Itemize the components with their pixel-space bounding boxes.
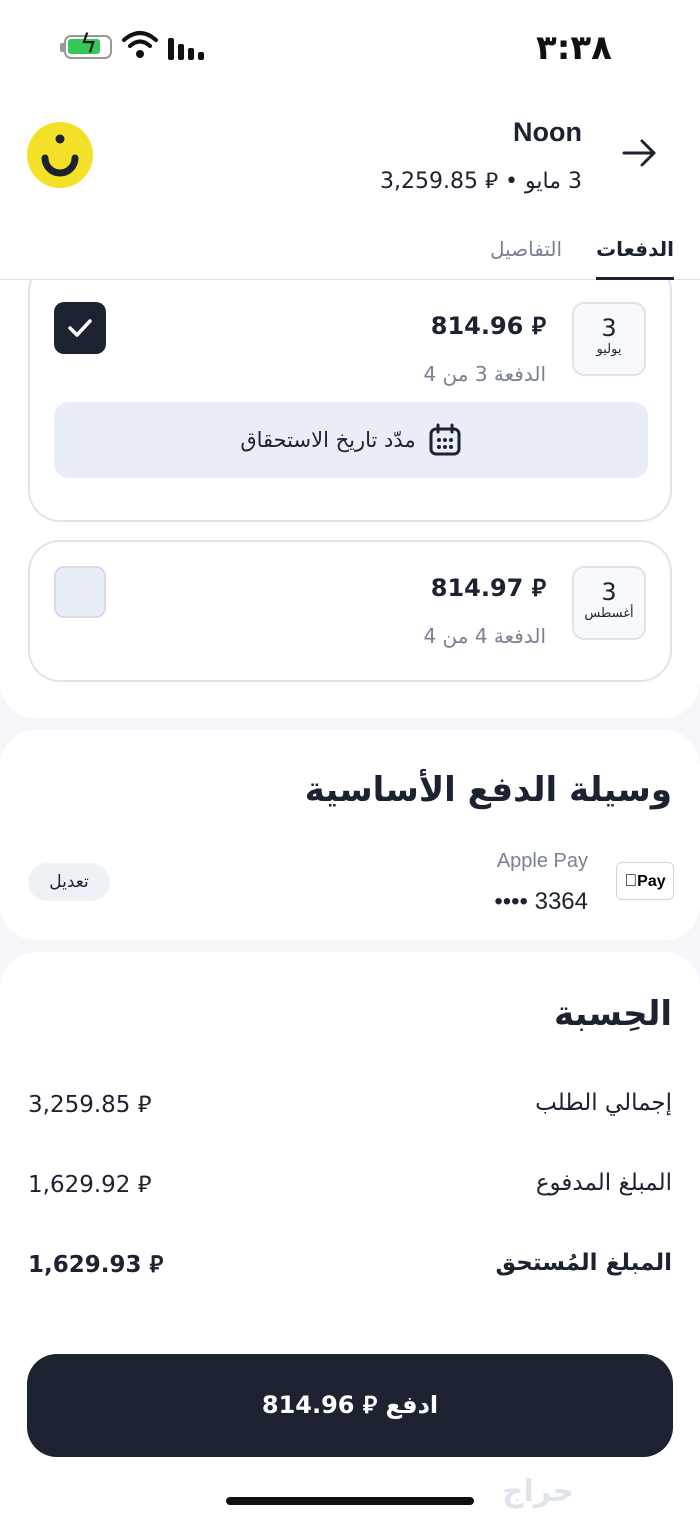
- summary-value: ⃁ 1,629.93: [28, 1252, 164, 1278]
- installment-amount: ⃁ 814.97: [430, 574, 546, 602]
- installment-label: الدفعة 3 من 4: [423, 362, 546, 386]
- summary-label: المبلغ المُستحق: [495, 1250, 672, 1276]
- edit-payment-button[interactable]: تعديل: [28, 863, 110, 901]
- watermark: حراج: [502, 1474, 575, 1509]
- due-month: أغسطس: [584, 606, 634, 621]
- tab-details[interactable]: التفاصيل: [490, 237, 562, 280]
- summary-label: المبلغ المدفوع: [535, 1170, 672, 1196]
- extend-due-date-button[interactable]: مدّد تاريخ الاستحقاق: [54, 402, 648, 478]
- due-date-badge: 3 أغسطس: [572, 566, 646, 640]
- check-icon: [68, 319, 92, 337]
- payment-card-number: •••• 3364: [494, 888, 588, 915]
- calendar-icon: [429, 423, 461, 456]
- order-summary-subtitle: 3 مايو • ⃁ 3,259.85: [380, 169, 582, 194]
- due-month: يوليو: [596, 342, 622, 357]
- status-bar: ϟ ٣:٣٨: [0, 0, 700, 95]
- payment-method-name: Apple Pay: [496, 850, 588, 872]
- battery-icon: ϟ: [60, 31, 112, 59]
- due-day: 3: [601, 314, 617, 342]
- installment-checkbox[interactable]: [54, 302, 106, 354]
- summary-value: ⃁ 1,629.92: [28, 1172, 152, 1198]
- installment-amount: ⃁ 814.96: [430, 312, 546, 340]
- signal-icon: [168, 38, 204, 60]
- back-arrow-icon[interactable]: [620, 135, 660, 171]
- home-indicator[interactable]: [226, 1497, 474, 1505]
- pay-button[interactable]: ادفع ⃁ 814.96: [27, 1354, 673, 1457]
- extend-due-date-label: مدّد تاريخ الاستحقاق: [240, 428, 416, 452]
- installment-card[interactable]: 3 أغسطس ⃁ 814.97 الدفعة 4 من 4: [28, 540, 672, 682]
- due-date-badge: 3 يوليو: [572, 302, 646, 376]
- summary-row: إجمالي الطلب ⃁ 3,259.85: [28, 1090, 672, 1130]
- installment-checkbox[interactable]: [54, 566, 106, 618]
- tab-payments[interactable]: الدفعات: [596, 237, 674, 280]
- apple-pay-badge-text: Pay: [630, 873, 665, 890]
- installments-panel: 3 يوليو ⃁ 814.96 الدفعة 3 من 4 مدّد تاري…: [0, 280, 700, 718]
- tab-bar: الدفعات التفاصيل: [490, 237, 674, 280]
- noon-logo: [27, 122, 93, 188]
- merchant-name: Noon: [513, 117, 582, 147]
- payment-method-panel: وسيلة الدفع الأساسية Pay Apple Pay ••••…: [0, 730, 700, 940]
- summary-value: ⃁ 3,259.85: [28, 1092, 152, 1118]
- installment-card[interactable]: 3 يوليو ⃁ 814.96 الدفعة 3 من 4 مدّد تاري…: [28, 280, 672, 522]
- status-time: ٣:٣٨: [536, 28, 612, 68]
- apple-pay-icon: Pay: [616, 862, 674, 900]
- summary-label: إجمالي الطلب: [535, 1090, 672, 1116]
- header: Noon 3 مايو • ⃁ 3,259.85 الدفعات التفاصي…: [0, 95, 700, 280]
- installment-label: الدفعة 4 من 4: [423, 624, 546, 648]
- wifi-icon: [122, 31, 158, 58]
- due-day: 3: [601, 578, 617, 606]
- summary-row: المبلغ المُستحق ⃁ 1,629.93: [28, 1250, 672, 1290]
- payment-method-title: وسيلة الدفع الأساسية: [304, 770, 672, 810]
- summary-row: المبلغ المدفوع ⃁ 1,629.92: [28, 1170, 672, 1210]
- summary-title: الحِسبة: [553, 994, 672, 1034]
